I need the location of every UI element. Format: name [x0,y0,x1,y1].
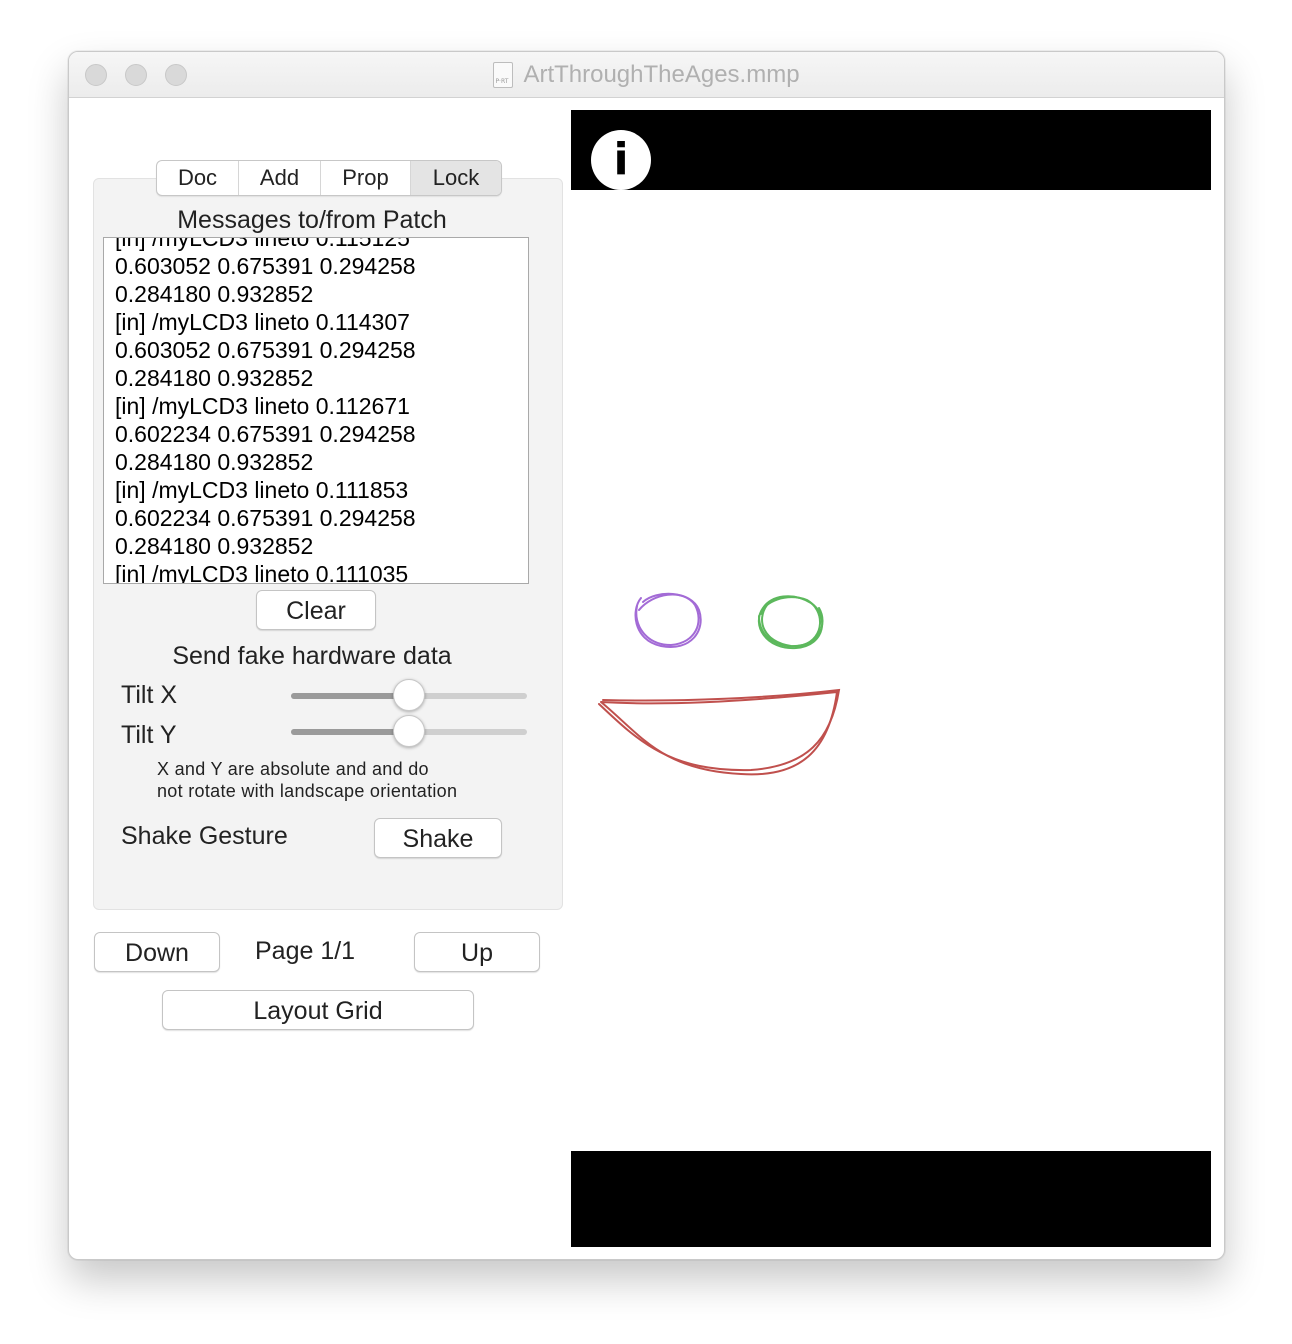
tab-lock[interactable]: Lock [411,161,501,195]
log-line: [in] /myLCD3 lineto 0.112671 [115,393,410,419]
tilt-x-slider-knob[interactable] [393,679,425,711]
window-title: ArtThroughTheAges.mmp [523,60,800,88]
tilt-x-label: Tilt X [121,681,178,709]
log-line: 0.284180 0.932852 [115,533,314,559]
log-line: [in] /myLCD3 lineto 0.111853 [115,477,409,503]
tilt-note-line-2: not rotate with landscape orientation [157,781,458,801]
log-line: 0.603052 0.675391 0.294258 [115,253,416,279]
tab-bar: Doc Add Prop Lock [156,160,502,196]
log-line: [in] /myLCD3 lineto 0.111035 [115,561,409,584]
log-line: 0.603052 0.675391 0.294258 [115,337,416,363]
patch-canvas[interactable]: i [571,110,1211,1247]
page-indicator: Page 1/1 [255,937,356,965]
messages-log[interactable]: [in] /myLCD3 lineto 0.115125 0.603052 0.… [103,237,529,584]
clear-button[interactable]: Clear [256,590,376,630]
shake-gesture-label: Shake Gesture [121,822,288,850]
tilt-x-slider-fill [291,693,409,699]
left-eye-stroke [635,593,700,647]
shake-button[interactable]: Shake [374,818,502,858]
tilt-y-label: Tilt Y [121,721,177,749]
drawing-layer [598,592,841,776]
tilt-y-slider-fill [291,729,409,735]
log-line: 0.602234 0.675391 0.294258 [115,421,416,447]
log-line: [in] /myLCD3 lineto 0.115125 [115,237,410,251]
document-icon [493,61,514,88]
tab-prop[interactable]: Prop [321,161,411,195]
messages-title: Messages to/from Patch [177,206,447,234]
page-up-button[interactable]: Up [414,932,540,972]
log-line: [in] /myLCD3 lineto 0.114307 [115,309,410,335]
log-line: 0.602234 0.675391 0.294258 [115,505,416,531]
page-down-button[interactable]: Down [94,932,220,972]
tilt-note: X and Y are absolute and and do not rota… [157,758,457,802]
app-window: ArtThroughTheAges.mmp Doc Add Prop Lock … [68,51,1225,1260]
tilt-y-slider-knob[interactable] [393,715,425,747]
right-eye-stroke [758,596,821,648]
hardware-title: Send fake hardware data [172,642,452,670]
tilt-x-slider[interactable] [291,679,527,711]
log-line: 0.284180 0.932852 [115,365,314,391]
tab-add[interactable]: Add [239,161,321,195]
title-bar: ArtThroughTheAges.mmp [69,52,1224,98]
mouth-stroke [600,690,839,776]
tilt-y-slider[interactable] [291,715,527,747]
log-line: 0.284180 0.932852 [115,281,314,307]
tilt-note-line-1: X and Y are absolute and and do [157,759,429,779]
log-line: 0.284180 0.932852 [115,449,314,475]
canvas-bottom-bar [571,1151,1211,1247]
layout-grid-button[interactable]: Layout Grid [162,990,474,1030]
tab-doc[interactable]: Doc [157,161,239,195]
